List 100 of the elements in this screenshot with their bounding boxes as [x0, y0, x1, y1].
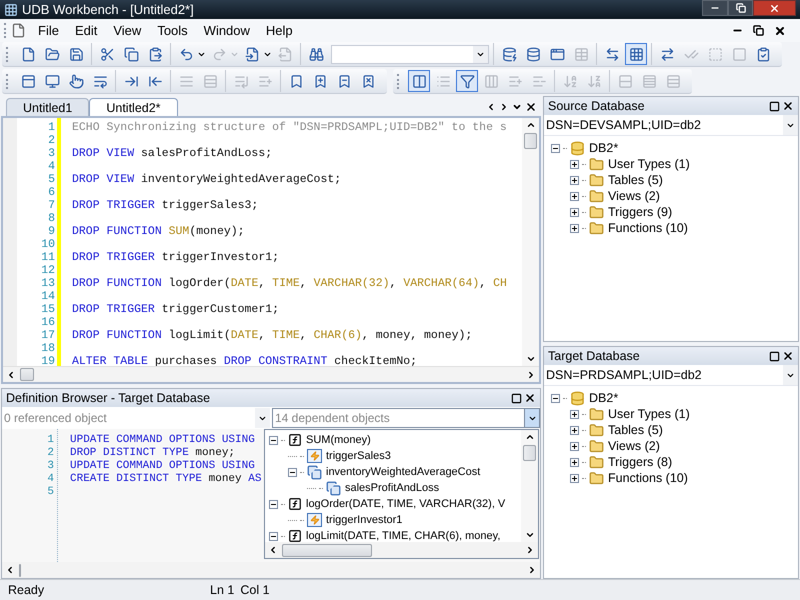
toolbar-button[interactable]	[408, 70, 430, 92]
expand-icon[interactable]	[570, 160, 579, 168]
float-icon[interactable]	[769, 350, 780, 362]
scroll-down-icon[interactable]	[526, 354, 536, 364]
search-combo-field[interactable]	[331, 44, 489, 64]
expand-icon[interactable]	[570, 458, 579, 466]
scroll-thumb[interactable]	[523, 445, 536, 461]
tree-item[interactable]: Tables (5)	[607, 170, 664, 190]
menu-item[interactable]: Tools	[149, 20, 196, 40]
dashed-rectangle-icon	[708, 46, 722, 62]
sort-descending-icon	[586, 74, 602, 88]
connection-combo[interactable]: DSN=PRDSAMPL;UID=db2	[544, 365, 798, 386]
scroll-thumb[interactable]	[19, 564, 21, 576]
close-icon[interactable]	[782, 100, 794, 112]
toolbar-button[interactable]	[625, 43, 647, 65]
view-icon	[307, 464, 322, 480]
tree-item[interactable]: DB2*	[588, 388, 620, 408]
scroll-up-icon[interactable]	[524, 432, 534, 442]
menu-item[interactable]: Window	[196, 20, 258, 40]
toolbar-button[interactable]	[456, 70, 478, 92]
close-icon[interactable]	[524, 392, 536, 404]
scroll-right-icon[interactable]	[499, 102, 509, 112]
scroll-down-icon[interactable]	[524, 530, 534, 540]
tree-item[interactable]: SUM(money)	[305, 432, 372, 448]
collapse-icon[interactable]	[288, 468, 297, 476]
tree-item[interactable]: Views (2)	[607, 436, 661, 456]
menu-item[interactable]: Edit	[66, 20, 106, 40]
function-icon	[288, 497, 302, 511]
expand-icon[interactable]	[570, 474, 579, 482]
scroll-left-icon[interactable]	[5, 565, 15, 575]
scroll-thumb[interactable]	[282, 544, 372, 556]
close-icon[interactable]	[782, 350, 794, 362]
tree-item[interactable]: triggerInvestor1	[325, 512, 404, 528]
editor-pane[interactable]	[1, 116, 541, 384]
scrollbar[interactable]	[521, 430, 538, 542]
tree-item[interactable]: logOrder(DATE, TIME, VARCHAR(32), V	[305, 496, 506, 512]
dropdown-button[interactable]	[525, 408, 540, 428]
scroll-thumb[interactable]	[20, 368, 34, 381]
scroll-thumb[interactable]	[524, 133, 537, 149]
expand-icon[interactable]	[570, 410, 579, 418]
tree-item[interactable]: User Types (1)	[607, 404, 691, 424]
float-icon[interactable]	[511, 392, 522, 404]
restore-icon[interactable]	[753, 25, 764, 36]
expand-icon[interactable]	[570, 442, 579, 450]
menu-item[interactable]: View	[105, 20, 150, 40]
tree-item[interactable]: Tables (5)	[607, 420, 664, 440]
code-line: DROP FUNCTION SUM(money);	[72, 225, 245, 238]
scrollbar[interactable]	[265, 542, 538, 558]
bookmark-plus-icon	[312, 74, 328, 88]
collapse-icon[interactable]	[551, 394, 560, 402]
editor-tab[interactable]: Untitled1	[6, 98, 90, 116]
redo-icon	[212, 46, 226, 62]
undo-icon	[178, 46, 194, 62]
tree-item[interactable]: Functions (10)	[607, 218, 689, 238]
menu-item[interactable]: Help	[258, 20, 301, 40]
tree-item[interactable]: salesProfitAndLoss	[344, 480, 440, 496]
close-icon[interactable]	[774, 24, 786, 36]
line-number: 11	[40, 251, 55, 264]
expand-icon[interactable]	[570, 176, 579, 184]
tree-item[interactable]: Triggers (8)	[607, 452, 674, 472]
dependent-field[interactable]: 14 dependent objects	[272, 408, 525, 428]
list-arrow-icon	[234, 74, 248, 88]
float-icon[interactable]	[769, 100, 780, 112]
collapse-icon[interactable]	[269, 500, 278, 508]
scroll-left-icon[interactable]	[6, 370, 16, 380]
search-icon	[308, 46, 324, 62]
close-icon[interactable]	[525, 101, 537, 113]
expand-icon[interactable]	[570, 192, 579, 200]
editor-tab[interactable]: Untitled2*	[89, 98, 178, 116]
tree-item[interactable]: Triggers (9)	[607, 202, 674, 222]
restore-button[interactable]	[728, 0, 753, 16]
tree-item[interactable]: Views (2)	[607, 186, 661, 206]
tree-item[interactable]: User Types (1)	[607, 154, 691, 174]
scroll-left-icon[interactable]	[268, 545, 278, 555]
collapse-icon[interactable]	[269, 436, 278, 444]
scroll-up-icon[interactable]	[526, 120, 536, 130]
line-number: 5	[46, 486, 54, 499]
collapse-icon[interactable]	[551, 144, 560, 152]
menu-item[interactable]: File	[30, 20, 67, 40]
columns-icon	[412, 74, 426, 88]
tree-item[interactable]: Functions (10)	[607, 468, 689, 488]
code-line: DROP TRIGGER triggerSales3;	[72, 199, 258, 212]
scrollbar[interactable]	[522, 118, 539, 366]
expand-icon[interactable]	[570, 426, 579, 434]
expand-icon[interactable]	[570, 208, 579, 216]
close-button[interactable]	[753, 0, 796, 16]
connection-combo[interactable]: DSN=DEVSAMPL;UID=db2	[544, 115, 798, 136]
expand-icon[interactable]	[570, 224, 579, 232]
scroll-right-icon[interactable]	[526, 370, 536, 380]
tree-item[interactable]: logLimit(DATE, TIME, CHAR(6), money,	[305, 528, 502, 542]
tree-item[interactable]: inventoryWeightedAverageCost	[325, 464, 482, 480]
scrollbar[interactable]	[3, 366, 539, 382]
tree-item[interactable]: DB2*	[588, 138, 620, 158]
line-number: 1	[47, 121, 55, 134]
dropdown-button[interactable]	[255, 408, 270, 428]
collapse-icon[interactable]	[269, 532, 278, 540]
scroll-left-icon[interactable]	[486, 102, 496, 112]
scrollbar[interactable]	[2, 562, 540, 578]
tree-item[interactable]: triggerSales3	[325, 448, 392, 464]
folder-icon	[589, 220, 604, 236]
